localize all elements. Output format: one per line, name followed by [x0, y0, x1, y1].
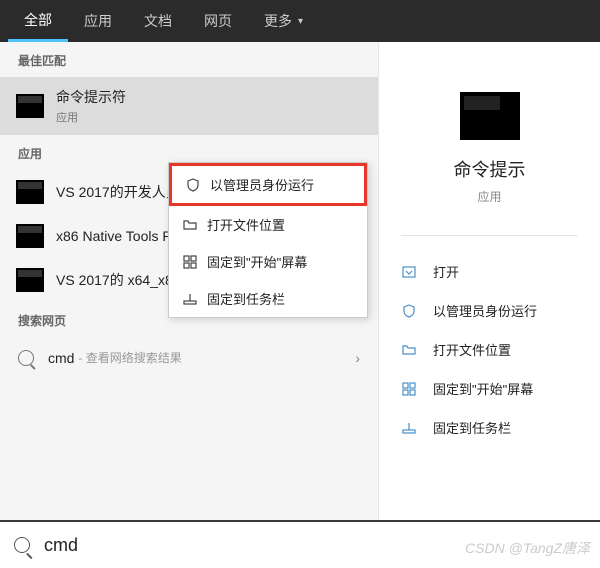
- ctx-pin-start[interactable]: 固定到"开始"屏幕: [169, 243, 367, 280]
- action-label: 打开: [433, 262, 459, 281]
- result-title: 命令提示符: [56, 87, 362, 107]
- ctx-label: 打开文件位置: [207, 215, 285, 234]
- search-icon: [14, 537, 30, 553]
- cmd-icon-large: [460, 92, 520, 140]
- action-label: 固定到任务栏: [433, 418, 511, 437]
- context-menu: 以管理员身份运行 打开文件位置 固定到"开始"屏幕 固定到任务栏: [168, 162, 368, 318]
- search-input[interactable]: [44, 535, 586, 556]
- shield-icon: [399, 303, 419, 319]
- pin-taskbar-icon: [179, 291, 201, 307]
- action-run-admin[interactable]: 以管理员身份运行: [379, 291, 600, 330]
- tab-all[interactable]: 全部: [8, 0, 68, 42]
- tab-apps[interactable]: 应用: [68, 0, 128, 42]
- ctx-pin-taskbar[interactable]: 固定到任务栏: [169, 280, 367, 317]
- chevron-right-icon: ›: [355, 350, 360, 366]
- preview-panel: 命令提示 应用 打开 以管理员身份运行 打开文件位置 固定到"开始"屏幕 固定到…: [378, 42, 600, 520]
- search-icon: [18, 350, 34, 366]
- folder-icon: [399, 342, 419, 358]
- result-cmd[interactable]: 命令提示符 应用: [0, 77, 378, 135]
- tab-bar: 全部 应用 文档 网页 更多: [0, 0, 600, 42]
- web-hint: - 查看网络搜索结果: [78, 349, 181, 366]
- preview-title: 命令提示: [454, 156, 526, 182]
- web-search-result[interactable]: cmd - 查看网络搜索结果 ›: [0, 337, 378, 378]
- action-open[interactable]: 打开: [379, 252, 600, 291]
- cmd-icon: [16, 268, 44, 292]
- ctx-open-location[interactable]: 打开文件位置: [169, 206, 367, 243]
- preview-subtitle: 应用: [477, 188, 501, 205]
- ctx-run-admin[interactable]: 以管理员身份运行: [169, 163, 367, 206]
- action-label: 打开文件位置: [433, 340, 511, 359]
- open-icon: [399, 264, 419, 280]
- ctx-label: 固定到任务栏: [207, 289, 285, 308]
- cmd-icon: [16, 94, 44, 118]
- divider: [401, 235, 578, 236]
- best-match-label: 最佳匹配: [0, 42, 378, 77]
- cmd-icon: [16, 180, 44, 204]
- search-bar[interactable]: [0, 520, 600, 568]
- action-pin-start[interactable]: 固定到"开始"屏幕: [379, 369, 600, 408]
- ctx-label: 固定到"开始"屏幕: [207, 252, 307, 271]
- folder-icon: [179, 217, 201, 233]
- pin-start-icon: [399, 381, 419, 397]
- tab-more[interactable]: 更多: [248, 0, 319, 42]
- action-label: 固定到"开始"屏幕: [433, 379, 533, 398]
- action-pin-taskbar[interactable]: 固定到任务栏: [379, 408, 600, 447]
- tab-docs[interactable]: 文档: [128, 0, 188, 42]
- shield-icon: [182, 177, 204, 193]
- action-open-location[interactable]: 打开文件位置: [379, 330, 600, 369]
- action-label: 以管理员身份运行: [433, 301, 537, 320]
- cmd-icon: [16, 224, 44, 248]
- ctx-label: 以管理员身份运行: [210, 175, 314, 194]
- result-subtitle: 应用: [56, 109, 362, 125]
- web-query: cmd: [48, 350, 74, 366]
- pin-start-icon: [179, 254, 201, 270]
- tab-web[interactable]: 网页: [188, 0, 248, 42]
- pin-taskbar-icon: [399, 420, 419, 436]
